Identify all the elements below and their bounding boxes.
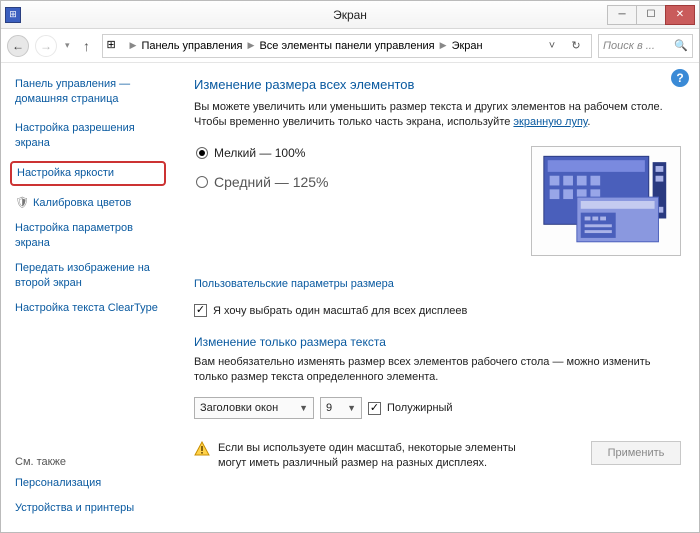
nav-back-button[interactable]: ← [7,35,29,57]
breadcrumb-item[interactable]: Экран [452,40,483,52]
magnifier-link[interactable]: экранную лупу [513,116,587,128]
sidebar-footer-header: См. также [15,456,170,468]
breadcrumb-bar[interactable]: ⊞ ▶ Панель управления ▶ Все элементы пан… [102,34,592,58]
warning-icon [194,441,210,457]
sidebar-footer-devices-printers[interactable]: Устройства и принтеры [15,501,170,516]
radio-icon [196,147,208,159]
bold-checkbox-row[interactable]: Полужирный [368,402,453,415]
chevron-right-icon: ▶ [245,40,258,51]
chevron-right-icon: ▶ [437,40,450,51]
nav-forward-button[interactable]: → [35,35,57,57]
nav-history-dropdown[interactable]: ▾ [63,40,72,51]
radio-medium-label: Средний — 125% [214,174,329,190]
window-app-icon: ⊞ [5,7,21,23]
sidebar-link-brightness[interactable]: Настройка яркости [10,161,166,186]
description-change-size: Вы можете увеличить или уменьшить размер… [194,100,674,130]
shield-icon: 🛡 [15,196,29,211]
breadcrumb-item[interactable]: Панель управления [141,40,242,52]
breadcrumb-item[interactable]: Все элементы панели управления [259,40,434,52]
main-panel: ? Изменение размера всех элементов Вы мо… [176,63,699,532]
chevron-down-icon: ▼ [347,403,356,413]
close-button[interactable]: ✕ [665,5,695,25]
checkbox-icon [194,304,207,317]
element-select[interactable]: Заголовки окон ▼ [194,397,314,419]
apply-button[interactable]: Применить [591,441,681,465]
window-title: Экран [1,8,699,22]
heading-text-size: Изменение только размера текста [194,335,681,349]
search-icon: 🔍 [674,39,688,52]
monitor-illustration [531,146,681,256]
font-size-value: 9 [326,402,332,414]
custom-scaling-link[interactable]: Пользовательские параметры размера [194,278,681,290]
radio-icon [196,176,208,188]
nav-up-button[interactable]: ↑ [78,38,96,54]
element-select-value: Заголовки окон [200,402,278,414]
search-placeholder: Поиск в ... [603,40,655,52]
radio-small[interactable]: Мелкий — 100% [196,146,329,160]
heading-change-size: Изменение размера всех элементов [194,77,681,92]
search-input[interactable]: Поиск в ... 🔍 [598,34,693,58]
sidebar-link-project[interactable]: Передать изображение на второй экран [15,261,170,291]
sidebar-link-color-calibration[interactable]: 🛡 Калибровка цветов [15,196,170,211]
sidebar-footer-personalization[interactable]: Персонализация [15,476,170,491]
sidebar-link-display-settings[interactable]: Настройка параметров экрана [15,221,170,251]
chevron-down-icon: ▼ [299,403,308,413]
radio-small-label: Мелкий — 100% [214,146,305,160]
description-text-size: Вам необязательно изменять размер всех э… [194,355,674,385]
same-scale-label: Я хочу выбрать один масштаб для всех дис… [213,305,467,317]
sidebar-link-resolution[interactable]: Настройка разрешения экрана [15,121,170,151]
same-scale-checkbox-row[interactable]: Я хочу выбрать один масштаб для всех дис… [194,304,681,317]
scale-radio-group: Мелкий — 100% Средний — 125% [194,146,329,190]
sidebar: Панель управления — домашняя страница На… [1,63,176,532]
sidebar-link-cleartype[interactable]: Настройка текста ClearType [15,301,170,316]
breadcrumb-icon: ⊞ [107,38,123,54]
warning-text: Если вы используете один масштаб, некото… [218,441,538,471]
checkbox-icon [368,402,381,415]
bold-label: Полужирный [387,402,453,414]
sidebar-home-link[interactable]: Панель управления — домашняя страница [15,77,170,107]
maximize-button[interactable]: ☐ [636,5,666,25]
dropdown-caret-icon[interactable]: ˅ [541,40,563,52]
minimize-button[interactable]: ─ [607,5,637,25]
refresh-button[interactable]: ↻ [565,39,587,52]
help-icon[interactable]: ? [671,69,689,87]
radio-medium[interactable]: Средний — 125% [196,174,329,190]
chevron-right-icon: ▶ [127,40,140,51]
font-size-select[interactable]: 9 ▼ [320,397,362,419]
